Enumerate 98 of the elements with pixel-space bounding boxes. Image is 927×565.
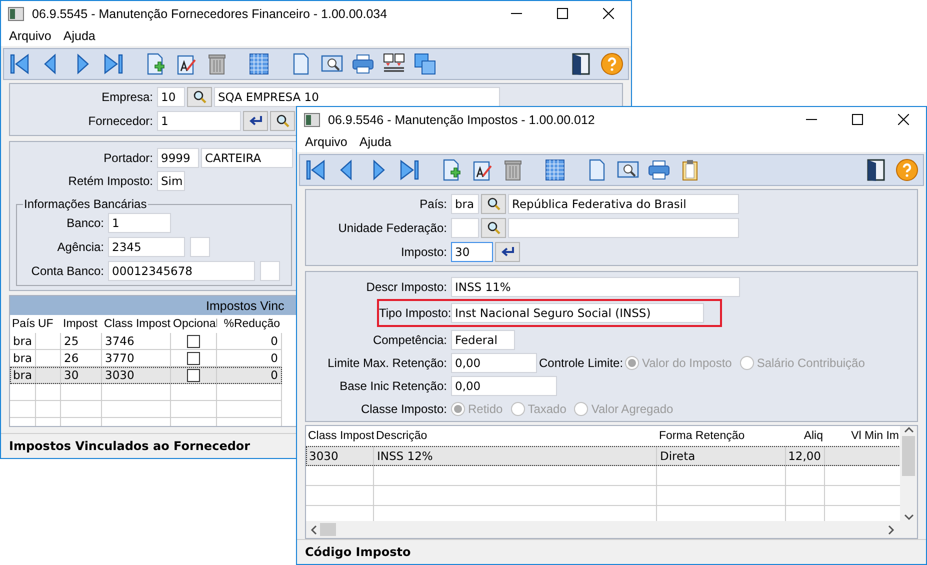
input-field[interactable]: bra	[451, 194, 479, 214]
enter-button[interactable]	[495, 242, 520, 262]
table-row[interactable]: bra 26 3770 0	[10, 350, 282, 367]
column-header[interactable]: UF	[36, 318, 61, 330]
checkbox[interactable]	[187, 334, 200, 348]
close-icon	[898, 114, 908, 125]
input-field[interactable]	[260, 260, 280, 280]
grid-icon[interactable]	[543, 158, 567, 182]
checkbox[interactable]	[187, 352, 200, 364]
window-title: 06.9.5545 - Manutenção Fornecedores Financeiro - 1.00.00.034	[32, 6, 388, 20]
field-label: Portador:	[102, 150, 154, 164]
enter-button[interactable]	[243, 110, 268, 130]
column-header[interactable]: Aliq	[786, 430, 825, 442]
search-icon	[486, 220, 500, 234]
field-label: Fornecedor:	[87, 114, 154, 128]
column-header[interactable]: Descrição	[374, 430, 657, 442]
field-label: Banco:	[66, 216, 105, 230]
field-label: Tipo Imposto:	[379, 306, 449, 320]
scrollbar-thumb[interactable]	[902, 436, 915, 476]
scrollbar-thumb[interactable]	[320, 523, 336, 536]
chevron-right-icon[interactable]	[887, 524, 895, 534]
input-field[interactable]: 9999	[157, 148, 199, 168]
input-field[interactable]: República Federativa do Brasil	[508, 194, 739, 214]
app-icon	[8, 6, 24, 20]
column-header[interactable]: Forma Retenção	[657, 430, 786, 442]
input-field[interactable]: Federal	[451, 330, 515, 350]
close-icon	[602, 8, 614, 19]
field-label: Base Inic Retenção:	[338, 378, 448, 392]
menu-item[interactable]: Ajuda	[57, 29, 102, 43]
status-text: Código Imposto	[305, 545, 411, 559]
window-title: 06.9.5546 - Manutenção Impostos - 1.00.00.012	[328, 112, 596, 126]
column-header[interactable]: Vl Min Im	[825, 430, 900, 442]
input-field[interactable]: 00012345678	[108, 260, 255, 280]
input-field[interactable]: CARTEIRA	[201, 148, 293, 168]
menu-item[interactable]: Ajuda	[353, 135, 398, 149]
column-header[interactable]: Class Impost	[102, 318, 171, 330]
menu-item[interactable]: Arquivo	[3, 29, 58, 43]
help-icon[interactable]	[895, 158, 919, 182]
maximize-icon	[852, 114, 862, 125]
copy-icon[interactable]	[413, 52, 437, 76]
field-label: Unidade Federação:	[337, 220, 448, 234]
field-label: Retém Imposto:	[67, 174, 154, 188]
group-title: Informações Bancárias	[23, 197, 148, 211]
input-field[interactable]: 10	[157, 86, 185, 106]
search-icon	[276, 114, 290, 128]
input-field[interactable]	[508, 218, 739, 238]
column-header[interactable]: %Redução	[217, 318, 282, 330]
table-row[interactable]: bra 30 3030 0	[10, 367, 282, 384]
grid-icon[interactable]	[247, 52, 271, 76]
table-title: Impostos Vinc	[206, 298, 284, 312]
field-label: Controle Limite:	[539, 356, 623, 370]
input-field[interactable]: 30	[451, 242, 493, 262]
search-icon	[486, 196, 500, 210]
field-label: Conta Banco:	[30, 264, 105, 278]
input-field[interactable]: Inst Nacional Seguro Social (INSS)	[451, 303, 704, 323]
column-header[interactable]: País	[10, 318, 36, 330]
field-label: Descr Imposto:	[365, 280, 448, 294]
enter-arrow-icon	[248, 114, 264, 126]
menu-item[interactable]: Arquivo	[299, 135, 354, 149]
input-field[interactable]: INSS 11%	[451, 276, 740, 296]
horizontal-scrollbar[interactable]	[306, 521, 917, 538]
field-label: Classe Imposto:	[360, 402, 448, 416]
input-field[interactable]: 1	[157, 110, 241, 130]
printer-icon[interactable]	[351, 52, 375, 76]
table-row[interactable]: 3030 INSS 12% Direta 12,00	[306, 446, 900, 466]
maximize-icon	[556, 8, 568, 19]
chevron-left-icon[interactable]	[310, 524, 318, 534]
chevron-up-icon[interactable]	[904, 426, 914, 434]
column-header[interactable]: Class Impost	[306, 430, 374, 442]
printer-icon[interactable]	[647, 158, 671, 182]
input-field[interactable]: SQA EMPRESA 10	[214, 86, 500, 106]
field-label: Competência:	[372, 332, 448, 346]
input-field[interactable]: 0,00	[451, 352, 537, 372]
search-button[interactable]	[187, 86, 212, 106]
field-label: País:	[418, 196, 448, 210]
input-field[interactable]	[190, 236, 210, 256]
input-field[interactable]	[451, 218, 479, 238]
chevron-down-icon[interactable]	[904, 513, 914, 521]
enter-arrow-icon	[500, 246, 516, 258]
checkbox[interactable]	[187, 368, 200, 382]
field-label: Imposto:	[400, 244, 448, 258]
search-button[interactable]	[270, 110, 295, 130]
table-row[interactable]: bra 25 3746 0	[10, 333, 282, 350]
column-header[interactable]: Impost	[61, 318, 102, 330]
input-field[interactable]: 0,00	[451, 376, 557, 396]
vertical-scrollbar[interactable]	[900, 426, 917, 521]
status-text: Impostos Vinculados ao Fornecedor	[9, 439, 250, 453]
app-icon	[304, 112, 320, 126]
help-icon[interactable]	[600, 52, 624, 76]
search-button[interactable]	[481, 218, 506, 238]
field-label: Empresa:	[100, 90, 154, 104]
search-icon	[192, 90, 206, 104]
field-label: Agência:	[56, 240, 105, 254]
field-label: Limite Max. Retenção:	[326, 356, 448, 370]
search-button[interactable]	[481, 194, 506, 214]
input-field[interactable]: Sim	[157, 170, 185, 190]
input-field[interactable]: 1	[108, 212, 171, 232]
input-field[interactable]: 2345	[108, 236, 185, 256]
